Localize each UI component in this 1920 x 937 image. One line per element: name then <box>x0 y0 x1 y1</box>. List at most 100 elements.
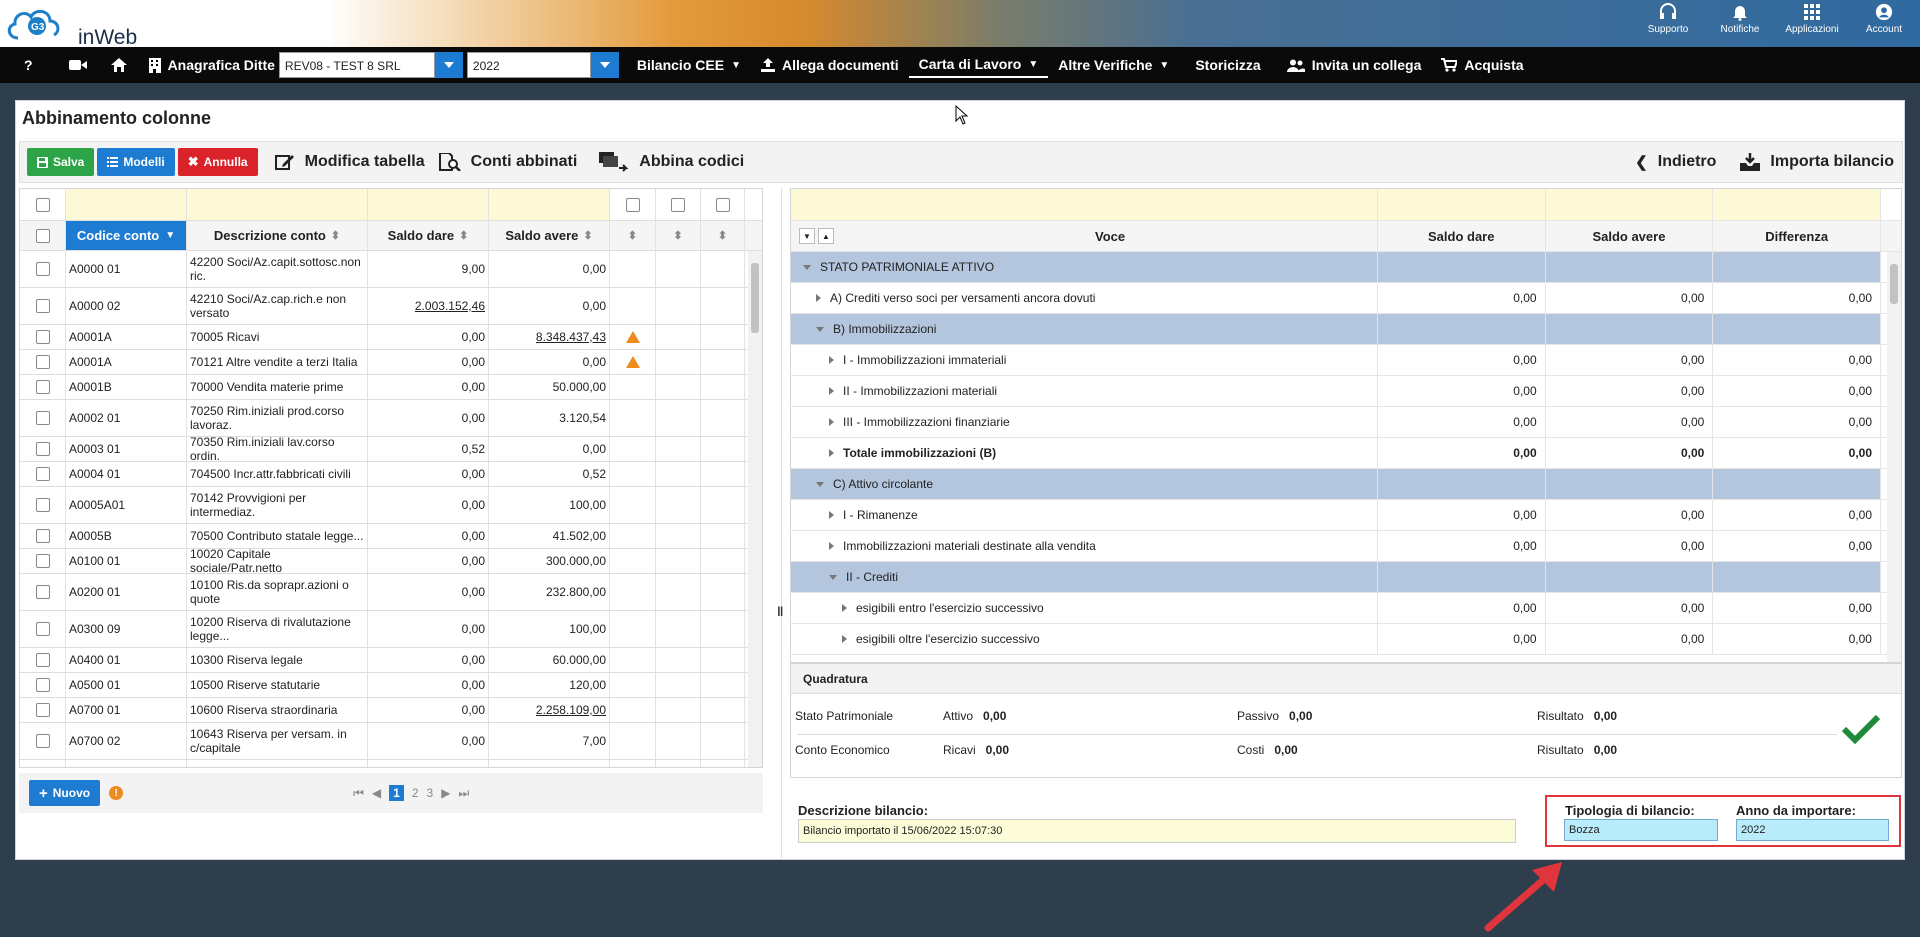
cell-voce[interactable]: Totale immobilizzazioni (B) <box>791 438 1378 468</box>
cell-saldo-dare[interactable]: 0,00 <box>368 723 489 759</box>
cell-code[interactable]: A0001B <box>66 375 187 399</box>
desc-input[interactable]: Bilancio importato il 15/06/2022 15:07:3… <box>798 819 1516 843</box>
tree-row[interactable]: I - Rimanenze 0,00 0,00 0,00 <box>791 500 1901 531</box>
menu-bilancio-cee[interactable]: Bilancio CEE ▼ <box>623 47 751 83</box>
matched-accounts-button[interactable]: Conti abbinati <box>438 153 577 171</box>
cell-description[interactable]: 10643 Riserva per versam. in c/capitale <box>187 723 368 759</box>
cell-code[interactable]: A0001A <box>66 325 187 349</box>
col-header-saldo-avere[interactable]: Saldo avere ⬍ <box>489 221 610 250</box>
column-checkbox[interactable] <box>671 197 685 212</box>
menu-altre-verifiche[interactable]: Altre Verifiche ▼ <box>1048 47 1179 83</box>
filter-cell[interactable] <box>489 189 610 220</box>
tipologia-input[interactable]: Bozza <box>1564 819 1718 841</box>
expand-right-icon[interactable] <box>829 449 834 457</box>
expand-right-icon[interactable] <box>816 294 821 302</box>
cell-saldo-avere[interactable] <box>489 760 610 767</box>
cell-saldo-avere[interactable]: 100,00 <box>489 487 610 523</box>
filter-cell[interactable] <box>791 189 1378 220</box>
cell-code[interactable]: A0700 02 <box>66 723 187 759</box>
cell-description[interactable]: 10100 Ris.da soprapr.azioni o quote <box>187 574 368 610</box>
filter-cell[interactable] <box>187 189 368 220</box>
tree-row[interactable]: II - Immobilizzazioni materiali 0,00 0,00 0… <box>791 376 1901 407</box>
anno-input[interactable]: 2022 <box>1736 819 1889 841</box>
cell-description[interactable]: 10200 Riserva di rivalutazione legge... <box>187 611 368 647</box>
cell-code[interactable]: A0004 01 <box>66 462 187 486</box>
cell-code[interactable]: A0000 01 <box>66 251 187 287</box>
col-header-saldo-avere[interactable]: Saldo avere <box>1546 221 1714 251</box>
cell-saldo-dare[interactable]: 0,00 <box>368 375 489 399</box>
row-checkbox[interactable] <box>35 355 50 369</box>
cell-code[interactable]: A0500 01 <box>66 673 187 697</box>
cell-voce[interactable]: esigibili entro l'esercizio successivo <box>791 593 1378 623</box>
cell-saldo-dare[interactable]: 0,00 <box>368 574 489 610</box>
cell-saldo-avere[interactable]: 120,00 <box>489 673 610 697</box>
filter-cell[interactable] <box>1377 189 1546 220</box>
first-page-icon[interactable]: ⏮ <box>353 786 364 801</box>
tree-group-row[interactable]: C) Attivo circolante <box>791 469 1901 500</box>
cell-saldo-dare[interactable]: 0,00 <box>368 487 489 523</box>
notifications-button[interactable]: Notifiche <box>1704 0 1776 47</box>
row-checkbox[interactable] <box>35 442 50 456</box>
cell-saldo-avere[interactable]: 0,00 <box>489 288 610 324</box>
tree-row[interactable]: I - Immobilizzazioni immateriali 0,00 0,00… <box>791 345 1901 376</box>
cell-code[interactable]: A0100 01 <box>66 549 187 573</box>
scrollbar-thumb[interactable] <box>1890 264 1898 304</box>
select-all-checkbox[interactable] <box>35 228 50 243</box>
cell-saldo-avere[interactable]: 8.348.437,43 <box>489 325 610 349</box>
save-button[interactable]: Salva <box>27 148 95 176</box>
support-button[interactable]: Supporto <box>1632 0 1704 47</box>
cell-description[interactable]: 70000 Vendita materie prime <box>187 375 368 399</box>
expand-right-icon[interactable] <box>829 542 834 550</box>
cell-saldo-dare[interactable]: 0,00 <box>368 400 489 436</box>
cell-saldo-avere[interactable]: 100,00 <box>489 611 610 647</box>
modify-table-button[interactable]: Modifica tabella <box>274 153 425 171</box>
row-checkbox[interactable] <box>35 529 50 543</box>
filter-cell[interactable] <box>1713 189 1881 220</box>
cell-voce[interactable]: II - Immobilizzazioni materiali <box>791 376 1378 406</box>
table-row[interactable]: A0004 01 704500 Incr.attr.fabbricati civi… <box>20 462 762 487</box>
col-header-descrizione[interactable]: Descrizione conto ⬍ <box>187 221 368 250</box>
splitter-grip-icon[interactable]: ‖ <box>777 604 783 619</box>
cell-description[interactable]: 70005 Ricavi <box>187 325 368 349</box>
cell-saldo-avere[interactable]: 0,00 <box>489 350 610 374</box>
cell-description[interactable]: 10500 Riserve statutarie <box>187 673 368 697</box>
cell-code[interactable]: A0001A <box>66 350 187 374</box>
row-checkbox[interactable] <box>35 678 50 692</box>
warning-icon[interactable] <box>625 331 640 343</box>
filter-cell[interactable] <box>66 189 187 220</box>
cell-voce[interactable]: esigibili oltre l'esercizio successivo <box>791 624 1378 654</box>
table-row[interactable]: A0200 01 10100 Ris.da soprapr.azioni o qu… <box>20 574 762 611</box>
info-icon[interactable]: ! <box>109 786 124 800</box>
chevron-down-icon[interactable] <box>434 52 463 78</box>
table-row[interactable]: A0700 02 10643 Riserva per versam. in c/c… <box>20 723 762 760</box>
row-checkbox[interactable] <box>35 585 50 599</box>
table-row[interactable]: A0005A01 70142 Provvigioni per intermedia… <box>20 487 762 524</box>
cell-saldo-avere[interactable]: 7,00 <box>489 723 610 759</box>
table-row[interactable]: A0001B 70000 Vendita materie prime 0,00 50.… <box>20 375 762 400</box>
expand-right-icon[interactable] <box>829 356 834 364</box>
cell-saldo-dare[interactable]: 2.003.152,46 <box>368 288 489 324</box>
row-checkbox[interactable] <box>35 498 50 512</box>
column-checkbox[interactable] <box>625 197 640 212</box>
col-header-saldo-dare[interactable]: Saldo dare <box>1378 221 1546 251</box>
cell-saldo-avere[interactable]: 0,00 <box>489 437 610 461</box>
back-button[interactable]: ❮ Indietro <box>1635 153 1716 171</box>
tree-row[interactable]: III - Immobilizzazioni finanziarie 0,00 0,… <box>791 407 1901 438</box>
tree-row[interactable]: A) Crediti verso soci per versamenti anc… <box>791 283 1901 314</box>
account-button[interactable]: Account <box>1848 0 1920 47</box>
cell-voce[interactable]: I - Rimanenze <box>791 500 1378 530</box>
expand-down-icon[interactable] <box>803 264 811 270</box>
cell-description[interactable]: 10600 Riserva straordinaria <box>187 698 368 722</box>
row-checkbox[interactable] <box>35 467 50 481</box>
cell-voce[interactable]: C) Attivo circolante <box>791 469 1378 499</box>
cell-description[interactable]: 70350 Rim.iniziali lav.corso ordin. <box>187 437 368 461</box>
cell-saldo-avere[interactable]: 0,00 <box>489 251 610 287</box>
cell-code[interactable]: A0700 01 <box>66 698 187 722</box>
cell-saldo-avere[interactable]: 60.000,00 <box>489 648 610 672</box>
filter-cell[interactable] <box>1545 189 1714 220</box>
tree-row[interactable]: esigibili oltre l'esercizio successivo 0,… <box>791 624 1901 655</box>
table-row[interactable]: A0400 01 10300 Riserva legale 0,00 60.000,0… <box>20 648 762 673</box>
cell-saldo-dare[interactable]: 0,00 <box>368 325 489 349</box>
menu-allega-documenti[interactable]: Allega documenti <box>751 47 909 83</box>
anagrafica-ditte[interactable]: Anagrafica Ditte <box>139 47 285 83</box>
